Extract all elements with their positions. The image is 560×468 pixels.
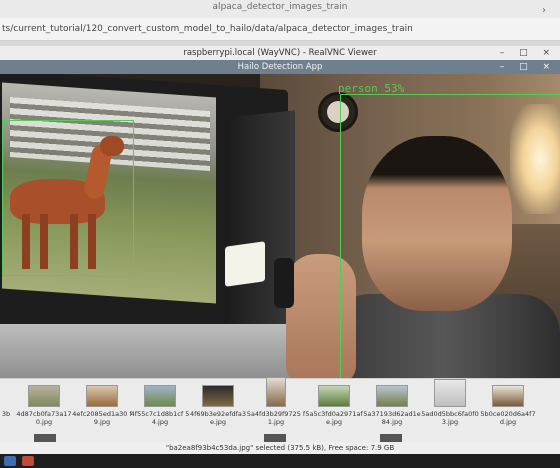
thumbnail-partial[interactable]: [34, 434, 56, 442]
thumbnail-strip: 3b 4d87cb0fa73a17 0.jpg 4efc2085ed1a30 f…: [0, 377, 560, 441]
thumbnail-caption: 4d87cb0fa73a17 0.jpg: [16, 410, 72, 426]
thumbnail[interactable]: 5a4fd3b29f9725 f1.jpg: [246, 377, 306, 441]
thumbnail-caption: 5ad0d5bbc6fa0f0 3.jpg: [421, 410, 479, 426]
camera-feed: person 53%: [0, 74, 560, 378]
thumbnail-image: [434, 379, 466, 407]
thumbnail-caption: 4f55c7c1d8b1cf 54.jpg: [130, 410, 190, 426]
thumbnail[interactable]: 4d87cb0fa73a17 0.jpg: [14, 385, 74, 441]
thumbnail-caption: 5a4fd3b29f9725 f1.jpg: [246, 410, 306, 426]
detection-box-person: [340, 94, 560, 378]
thumbnail[interactable]: 5b0ce020d6a4f7 d.jpg: [478, 385, 538, 441]
app-window-title: Hailo Detection App: [0, 60, 560, 74]
status-bar: "ba2ea8f93b4c53da.jpg" selected (375.5 k…: [0, 442, 560, 454]
thumbnail-partial[interactable]: [264, 434, 286, 442]
thumbnail-image: [376, 385, 408, 407]
thumbnail[interactable]: 4f55c7c1d8b1cf 54.jpg: [130, 385, 190, 441]
app-window-controls[interactable]: – □ ×: [500, 60, 556, 74]
thumbnail-partial[interactable]: [380, 434, 402, 442]
taskbar: [0, 454, 560, 468]
thumbnail-image: [266, 377, 286, 407]
thumbnail-caption: 5b0ce020d6a4f7 d.jpg: [480, 410, 536, 426]
thumbnail-caption: 5a5c3fd0a2971af e.jpg: [305, 410, 363, 426]
app-icon[interactable]: [22, 456, 34, 466]
phone: [274, 258, 294, 308]
file-manager-title: alpaca_detector_images_train: [0, 0, 560, 18]
thumbnail-image: [202, 385, 234, 407]
thumbnail[interactable]: 5a37193d62ad1e 84.jpg: [362, 385, 422, 441]
thumbnail[interactable]: 4f69b3e92efdfa3 e.jpg: [188, 385, 248, 441]
thumbnail-image: [144, 385, 176, 407]
screen-glare: [225, 241, 265, 287]
thumbnail-image: [318, 385, 350, 407]
detection-label-person: person 53%: [338, 82, 405, 95]
menu-icon[interactable]: [4, 456, 16, 466]
thumbnail[interactable]: 5ad0d5bbc6fa0f0 3.jpg: [420, 379, 480, 441]
path-bar[interactable]: ts/current_tutorial/120_convert_custom_m…: [0, 18, 560, 41]
thumbnail-caption: 4f69b3e92efdfa3 e.jpg: [189, 410, 247, 426]
thumbnail-image: [28, 385, 60, 407]
thumbnail-image: [86, 385, 118, 407]
thumbnail-image: [492, 385, 524, 407]
path-text: ts/current_tutorial/120_convert_custom_m…: [2, 24, 413, 34]
thumbnail-caption: 5a37193d62ad1e 84.jpg: [363, 410, 421, 426]
detection-box-alpaca: [2, 120, 134, 276]
chevron-right-icon[interactable]: ›: [542, 2, 556, 20]
thumbnail-caption: 4efc2085ed1a30 f9.jpg: [72, 410, 132, 426]
vnc-window-title: raspberrypi.local (WayVNC) - RealVNC Vie…: [0, 46, 560, 60]
thumbnail[interactable]: 5a5c3fd0a2971af e.jpg: [304, 385, 364, 441]
vnc-window-controls[interactable]: – □ ×: [500, 46, 556, 60]
thumbnail[interactable]: 4efc2085ed1a30 f9.jpg: [72, 385, 132, 441]
